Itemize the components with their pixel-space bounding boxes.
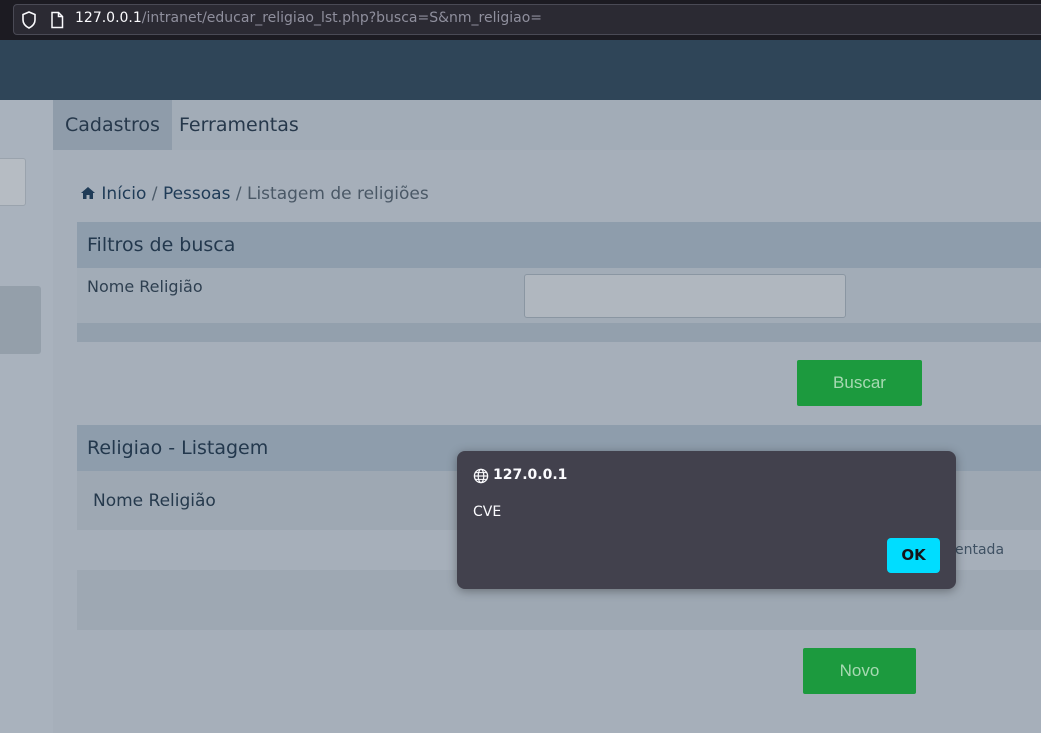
breadcrumb: Início / Pessoas / Listagem de religiões bbox=[80, 184, 429, 204]
tab-cadastros[interactable]: Cadastros bbox=[53, 100, 172, 150]
name-filter-label: Nome Religião bbox=[87, 277, 203, 296]
search-button[interactable]: Buscar bbox=[797, 360, 922, 406]
table-note: entada bbox=[955, 542, 1005, 558]
alert-message: CVE bbox=[473, 504, 502, 520]
breadcrumb-separator: / bbox=[235, 184, 242, 204]
url-path: /intranet/educar_religiao_lst.php?busca=… bbox=[141, 10, 543, 26]
filters-header: Filtros de busca bbox=[77, 222, 1041, 268]
alert-dialog: 127.0.0.1 CVE OK bbox=[457, 451, 956, 589]
tab-ferramentas[interactable]: Ferramentas bbox=[167, 100, 311, 150]
sidebar-search[interactable] bbox=[0, 158, 26, 206]
column-nome-religiao[interactable]: Nome Religião bbox=[93, 491, 216, 511]
breadcrumb-separator: / bbox=[151, 184, 158, 204]
globe-icon bbox=[473, 468, 489, 484]
filter-footer bbox=[77, 323, 1041, 342]
page-icon bbox=[51, 11, 64, 29]
breadcrumb-pessoas[interactable]: Pessoas bbox=[163, 184, 231, 204]
sidebar-menu-item[interactable] bbox=[0, 286, 41, 354]
url-host: 127.0.0.1 bbox=[75, 10, 142, 26]
new-button[interactable]: Novo bbox=[803, 648, 916, 694]
url-text[interactable]: 127.0.0.1/intranet/educar_religiao_lst.p… bbox=[75, 10, 542, 26]
shield-icon[interactable] bbox=[21, 11, 37, 29]
browser-toolbar: 127.0.0.1/intranet/educar_religiao_lst.p… bbox=[0, 0, 1041, 40]
site-header bbox=[0, 40, 1041, 100]
breadcrumb-current: Listagem de religiões bbox=[246, 184, 429, 204]
breadcrumb-home[interactable]: Início bbox=[101, 184, 146, 204]
name-filter-input[interactable] bbox=[524, 274, 846, 318]
alert-origin: 127.0.0.1 bbox=[493, 467, 568, 483]
ok-button[interactable]: OK bbox=[887, 538, 940, 573]
home-icon[interactable] bbox=[80, 186, 96, 200]
